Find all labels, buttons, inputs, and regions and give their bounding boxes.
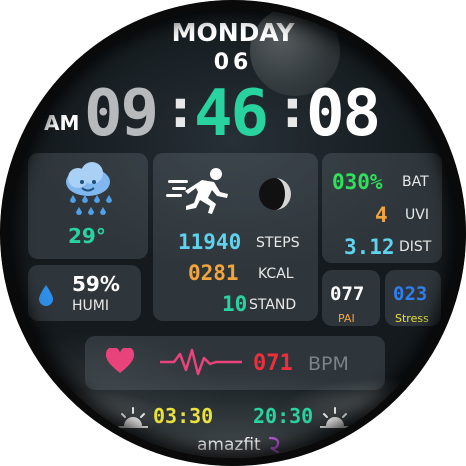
steps-value: 11940 xyxy=(178,230,242,254)
distance-label: DIST xyxy=(399,239,432,255)
rain-cloud-icon xyxy=(66,162,112,215)
battery-label: BAT xyxy=(402,174,429,190)
weather-temperature: 29° xyxy=(68,224,106,248)
clock-hour: 09 xyxy=(84,77,159,151)
heart-icon xyxy=(106,348,134,373)
sunrise-icon xyxy=(118,407,148,428)
brand-logo-text: amazfit xyxy=(197,435,261,455)
steps-label: STEPS xyxy=(256,235,300,251)
moon-phase-icon xyxy=(259,178,291,210)
stand-label: STAND xyxy=(249,297,297,313)
battery-value: 030% xyxy=(332,170,383,194)
uvi-value: 4 xyxy=(375,203,388,227)
running-person-icon xyxy=(166,168,228,214)
heartbeat-wave-icon xyxy=(160,348,242,376)
humidity-value: 59% xyxy=(72,272,120,296)
watch-face: MONDAY 06 AM 09 : 46 : 08 29° 59% HUMI 1… xyxy=(0,0,466,466)
calories-label: KCAL xyxy=(258,266,294,282)
calories-value: 0281 xyxy=(188,261,239,285)
sunrise-time: 03:30 xyxy=(153,404,214,428)
distance-value: 3.12 xyxy=(344,235,395,259)
heart-rate-unit: BPM xyxy=(308,353,349,375)
pai-label: PAI xyxy=(338,312,355,325)
pai-value: 077 xyxy=(330,283,365,305)
humidity-label: HUMI xyxy=(72,298,109,314)
water-drop-icon xyxy=(39,285,53,306)
stress-value: 023 xyxy=(393,283,428,305)
clock-separator: : xyxy=(282,80,303,140)
clock-minute: 46 xyxy=(194,77,269,151)
clock-separator: : xyxy=(170,80,191,140)
stress-label: Stress xyxy=(395,312,429,325)
sunset-time: 20:30 xyxy=(253,404,314,428)
stand-value: 10 xyxy=(222,292,248,316)
am-pm-indicator: AM xyxy=(44,111,80,135)
brand-swirl-icon xyxy=(268,436,280,454)
heart-rate-value: 071 xyxy=(253,351,293,376)
sunset-icon xyxy=(320,407,350,428)
uvi-label: UVI xyxy=(405,207,429,223)
day-of-month: 06 xyxy=(213,50,253,75)
clock-second: 08 xyxy=(306,77,381,151)
day-of-week: MONDAY xyxy=(171,18,295,47)
